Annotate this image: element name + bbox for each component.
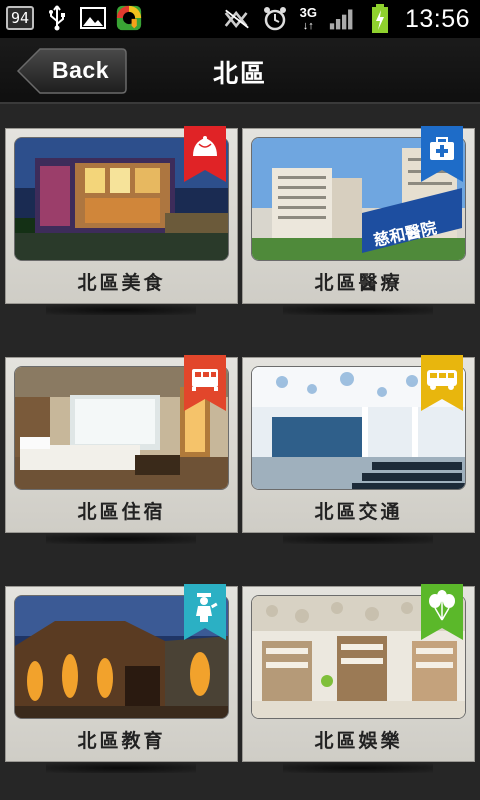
category-label: 北區住宿 <box>77 501 166 523</box>
tile-shadow <box>46 534 196 544</box>
medical-kit-icon <box>421 126 463 182</box>
status-bar: 94 3G ↓↑ 13:56 <box>0 0 480 38</box>
network-type-indicator: 3G ↓↑ <box>299 4 317 32</box>
category-label: 北區美食 <box>77 272 166 294</box>
bed-icon <box>184 355 226 411</box>
network-type-label: 3G <box>299 4 317 20</box>
category-label: 北區教育 <box>77 730 166 752</box>
tile-shadow <box>283 763 433 773</box>
category-grid: 北區美食 慈和醫院 北區醫療 北區住宿 北區交通 北區教育 北區娛樂 <box>0 104 480 800</box>
app-header: Back 北區 <box>0 38 480 104</box>
clock-time: 13:56 <box>404 4 470 33</box>
category-label: 北區娛樂 <box>314 730 403 752</box>
alarm-icon <box>262 6 288 32</box>
signal-icon <box>329 6 355 32</box>
category-tile-medical[interactable]: 慈和醫院 北區醫療 <box>242 126 475 315</box>
graduate-icon <box>184 584 226 640</box>
category-tile-education[interactable]: 北區教育 <box>5 584 238 773</box>
bus-icon <box>421 355 463 411</box>
battery-level-indicator: 94 <box>6 6 35 30</box>
category-label: 北區醫療 <box>314 272 403 294</box>
usb-icon <box>44 5 70 31</box>
category-tile-lodging[interactable]: 北區住宿 <box>5 355 238 544</box>
gallery-icon <box>80 5 107 31</box>
category-tile-transport[interactable]: 北區交通 <box>242 355 475 544</box>
dumpling-icon <box>184 126 226 182</box>
balloons-icon <box>421 584 463 640</box>
category-tile-food[interactable]: 北區美食 <box>5 126 238 315</box>
tile-shadow <box>46 763 196 773</box>
battery-charging-icon <box>367 4 393 33</box>
app-shield-icon <box>116 5 142 31</box>
category-label: 北區交通 <box>314 501 403 523</box>
mute-icon <box>224 6 250 32</box>
category-tile-entertainment[interactable]: 北區娛樂 <box>242 584 475 773</box>
tile-shadow <box>283 534 433 544</box>
page-title: 北區 <box>212 59 267 88</box>
tile-shadow <box>46 305 196 315</box>
tile-shadow <box>283 305 433 315</box>
